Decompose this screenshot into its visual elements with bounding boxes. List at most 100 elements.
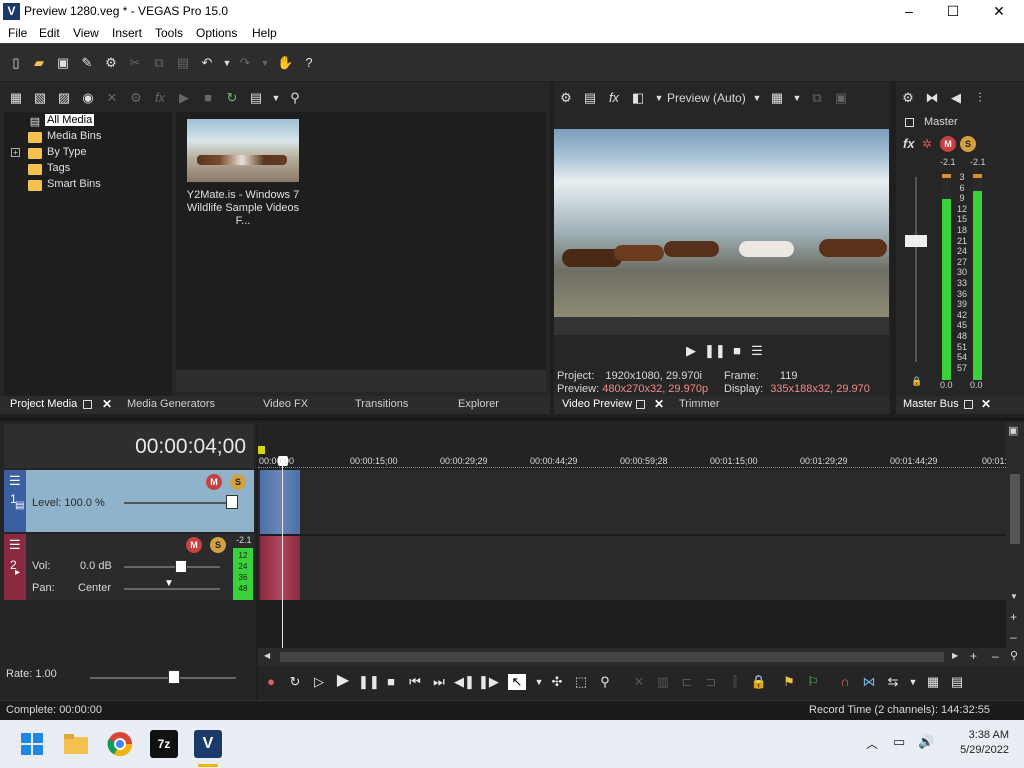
maximize-button[interactable]: ☐ (930, 0, 976, 24)
envelope-tool-icon[interactable]: ✣ (548, 674, 566, 690)
save-snapshot-icon[interactable]: ▣ (833, 90, 849, 106)
views-dropdown-icon[interactable]: ▼ (268, 90, 284, 106)
save-icon[interactable]: ▣ (55, 55, 71, 71)
ripple-dropdown-icon[interactable]: ▼ (904, 674, 922, 690)
vertical-scrollbar[interactable]: ▣ ▼ + – (1006, 422, 1024, 648)
downmix-icon[interactable]: ⧓ (924, 90, 940, 106)
play-icon[interactable]: ▶ (334, 673, 352, 689)
mixer-icon[interactable]: ⫶ (972, 90, 988, 106)
close-panel-icon[interactable]: ✕ (981, 397, 991, 411)
track-menu-icon[interactable]: ☰ (9, 473, 21, 489)
master-fader[interactable] (905, 235, 927, 247)
quality-dropdown-icon[interactable]: ▼ (749, 90, 765, 106)
tab-project-media[interactable]: Project Media (10, 398, 77, 410)
zoom-tool-icon[interactable]: ⚲ (596, 674, 614, 690)
overlays-dropdown-icon[interactable]: ▼ (789, 90, 805, 106)
zoom-out-icon[interactable]: – (1010, 630, 1017, 644)
tree-media-bins[interactable]: Media Bins (47, 130, 101, 142)
menu-insert[interactable]: Insert (112, 26, 142, 40)
composite-icon[interactable]: ▤ (15, 500, 24, 511)
video-event[interactable] (260, 470, 300, 534)
settings-gear-icon[interactable]: ⚙ (103, 55, 119, 71)
remove-icon[interactable]: ✕ (104, 90, 120, 106)
tab-explorer[interactable]: Explorer (458, 398, 499, 410)
network-icon[interactable]: ▭ (893, 734, 905, 750)
menu-options[interactable]: Options (196, 26, 237, 40)
overlays-grid-icon[interactable]: ▦ (769, 90, 785, 106)
redo-icon[interactable]: ↷ (237, 55, 253, 71)
external-monitor-icon[interactable]: ▤ (582, 90, 598, 106)
h-scroll-thumb[interactable] (280, 652, 944, 662)
go-to-start-icon[interactable]: ⏮ (406, 674, 424, 690)
play-icon[interactable]: ▶ (682, 343, 700, 359)
copy-icon[interactable]: ⧉ (151, 55, 167, 71)
clip-name[interactable]: Y2Mate.is - Windows 7 Wildlife Sample Vi… (178, 189, 308, 228)
arm-record-icon[interactable]: ▸ (15, 567, 20, 578)
snapping-magnet-icon[interactable]: ∩ (836, 674, 854, 690)
next-frame-icon[interactable]: ❚▶ (478, 674, 499, 690)
tree-by-type[interactable]: By Type (47, 146, 87, 158)
maximize-panel-icon[interactable] (636, 400, 645, 409)
master-fx-button[interactable]: fx (903, 136, 915, 151)
expand-icon[interactable]: + (11, 148, 20, 157)
auto-crossfade-icon[interactable]: ⋈ (860, 674, 878, 690)
ignore-grouping-icon[interactable]: ▤ (948, 674, 966, 690)
tree-smart-bins[interactable]: Smart Bins (47, 178, 101, 190)
close-button[interactable]: ✕ (976, 0, 1022, 24)
volume-slider-thumb[interactable] (175, 560, 187, 573)
dim-output-icon[interactable]: ◀ (948, 90, 964, 106)
media-fx-gear-icon[interactable]: ⚙ (128, 90, 144, 106)
solo-icon[interactable]: S (960, 136, 976, 152)
mute-icon[interactable]: M (206, 474, 222, 490)
selection-tool-icon[interactable]: ⬚ (572, 674, 590, 690)
vegas-app-icon[interactable]: V (3, 3, 20, 20)
pause-icon[interactable]: ❚❚ (358, 674, 380, 690)
preview-settings-icon[interactable]: ⚙ (558, 90, 574, 106)
audio-track-header[interactable]: ☰ 2 ▸ M S -2.1 12 24 36 48 Vol: 0.0 dB Pan:… (4, 534, 254, 600)
maximize-panel-icon[interactable] (83, 400, 92, 409)
lock-icon[interactable]: 🔒 (750, 674, 768, 690)
video-track-header[interactable]: ☰ 1 ▤ M S Level: 100.0 % (4, 470, 254, 532)
undo-icon[interactable]: ↶ (199, 55, 215, 71)
tab-master-bus[interactable]: Master Bus (903, 398, 959, 410)
level-slider-thumb[interactable] (226, 495, 238, 509)
splitter[interactable] (0, 418, 1024, 420)
pause-icon[interactable]: ❚❚ (704, 343, 726, 359)
play-from-start-icon[interactable]: ▷ (310, 674, 328, 690)
video-fx-icon[interactable]: fx (606, 90, 622, 106)
vegas-taskbar-icon[interactable]: V (194, 730, 222, 758)
zoom-tool-icon[interactable]: ⚲ (1010, 649, 1018, 662)
close-panel-icon[interactable]: ✕ (102, 397, 112, 411)
cut-icon[interactable]: ✂ (127, 55, 143, 71)
lock-icon[interactable]: 🔒 (911, 376, 922, 387)
normal-edit-tool-icon[interactable]: ↖ (508, 674, 526, 690)
search-icon[interactable]: ⚲ (287, 90, 303, 106)
scroll-down-icon[interactable]: ▼ (1010, 592, 1018, 601)
scroll-left-icon[interactable]: ◀ (264, 651, 270, 660)
undo-dropdown-icon[interactable]: ▼ (219, 55, 235, 71)
copy-snapshot-icon[interactable]: ⧉ (809, 90, 825, 106)
tree-all-media[interactable]: All Media (45, 114, 95, 126)
stop-icon[interactable]: ■ (728, 343, 746, 359)
auto-preview-icon[interactable]: ↻ (224, 90, 240, 106)
properties-icon[interactable]: ✋ (277, 55, 293, 71)
menu-view[interactable]: View (73, 26, 99, 40)
pan-slider-thumb[interactable]: ▼ (164, 578, 174, 589)
zoom-in-icon[interactable]: + (1010, 610, 1017, 624)
automation-icon[interactable]: ✲ (922, 137, 932, 151)
stop-icon[interactable]: ■ (200, 90, 216, 106)
prev-frame-icon[interactable]: ◀❚ (454, 674, 475, 690)
marker-icon[interactable]: ▣ (1008, 424, 1018, 437)
7zip-icon[interactable]: 7z (150, 730, 178, 758)
go-to-end-icon[interactable]: ⏭ (430, 674, 448, 690)
render-icon[interactable]: ✎ (79, 55, 95, 71)
audio-event[interactable] (260, 536, 300, 600)
menu-file[interactable]: File (8, 26, 27, 40)
scroll-thumb[interactable] (1010, 474, 1020, 544)
file-explorer-icon[interactable] (62, 730, 90, 758)
close-panel-icon[interactable]: ✕ (654, 397, 664, 411)
stop-icon[interactable]: ■ (382, 674, 400, 690)
edit-tool-dropdown-icon[interactable]: ▼ (530, 674, 548, 690)
menu-tools[interactable]: Tools (155, 26, 183, 40)
play-icon[interactable]: ▶ (176, 90, 192, 106)
